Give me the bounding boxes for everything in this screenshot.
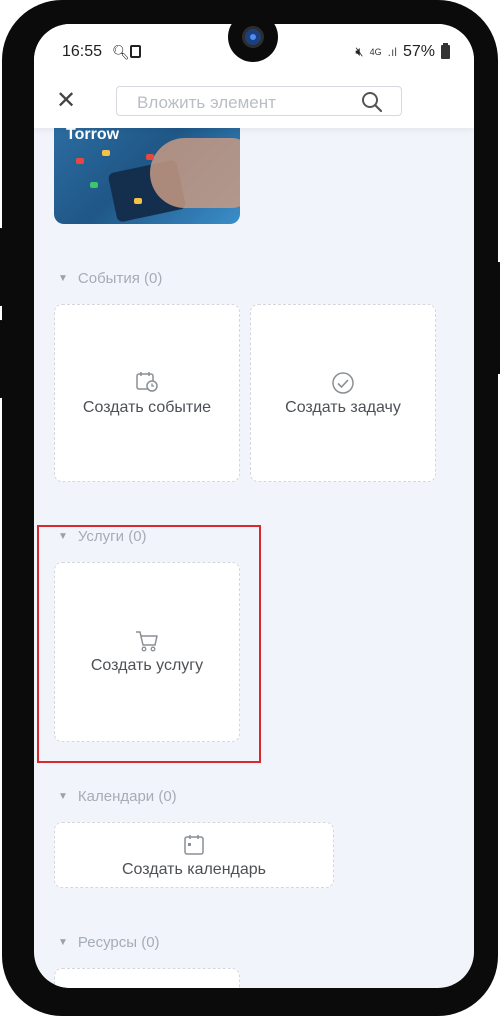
cart-icon (136, 631, 158, 652)
search-status-icon: 🔍︎ (112, 44, 130, 60)
calendar-clock-icon (136, 372, 158, 392)
section-title: Календари (0) (77, 788, 177, 805)
chevron-down-icon: ▼ (58, 273, 68, 284)
card-label: Создать календарь (121, 861, 267, 878)
calendar-icon (184, 835, 204, 855)
battery-icon (441, 43, 450, 59)
chevron-down-icon: ▼ (58, 791, 68, 802)
check-circle-icon (332, 372, 354, 394)
content-area: Torrow ▼ События (0) Создать событие Соз… (34, 128, 474, 988)
status-time: 16:55 (62, 43, 103, 60)
battery-percent: 57% (402, 43, 435, 60)
power-button (494, 262, 500, 374)
signal-icon: .ıl (387, 45, 397, 59)
media-thumbnail[interactable]: Torrow (54, 128, 240, 224)
volume-button (0, 228, 4, 306)
phone-frame: 16:55 🔍︎ 🔇︎ 4G .ıl 57% ✕ Вложить элемент (0, 0, 500, 1016)
card-label: Создать услугу (90, 657, 204, 674)
mute-icon: 🔇︎ (355, 44, 364, 59)
search-placeholder: Вложить элемент (137, 93, 276, 112)
section-title: События (0) (77, 270, 163, 287)
search-icon[interactable] (361, 91, 383, 113)
thumbnail-caption: Torrow (66, 128, 120, 143)
chevron-down-icon: ▼ (58, 531, 68, 542)
section-header-services[interactable]: ▼ Услуги (0) (58, 528, 147, 545)
create-task-card[interactable]: Создать задачу (250, 304, 436, 482)
card-label: Создать событие (82, 399, 212, 416)
front-camera (228, 12, 278, 62)
create-resource-card[interactable] (54, 968, 240, 988)
section-title: Услуги (0) (77, 528, 147, 545)
chevron-down-icon: ▼ (58, 937, 68, 948)
card-label: Создать задачу (285, 399, 401, 416)
section-header-resources[interactable]: ▼ Ресурсы (0) (58, 934, 160, 951)
volume-button (0, 320, 4, 398)
screen: 16:55 🔍︎ 🔇︎ 4G .ıl 57% ✕ Вложить элемент (34, 24, 474, 988)
create-service-card[interactable]: Создать услугу (54, 562, 240, 742)
screenshot-status-icon (130, 45, 141, 58)
section-header-calendars[interactable]: ▼ Календари (0) (58, 788, 177, 805)
create-event-card[interactable]: Создать событие (54, 304, 240, 482)
close-icon[interactable]: ✕ (54, 89, 78, 113)
network-type: 4G (369, 46, 382, 57)
section-header-events[interactable]: ▼ События (0) (58, 270, 162, 287)
create-calendar-card[interactable]: Создать календарь (54, 822, 334, 888)
section-title: Ресурсы (0) (77, 934, 160, 951)
search-input[interactable]: Вложить элемент (116, 86, 402, 116)
